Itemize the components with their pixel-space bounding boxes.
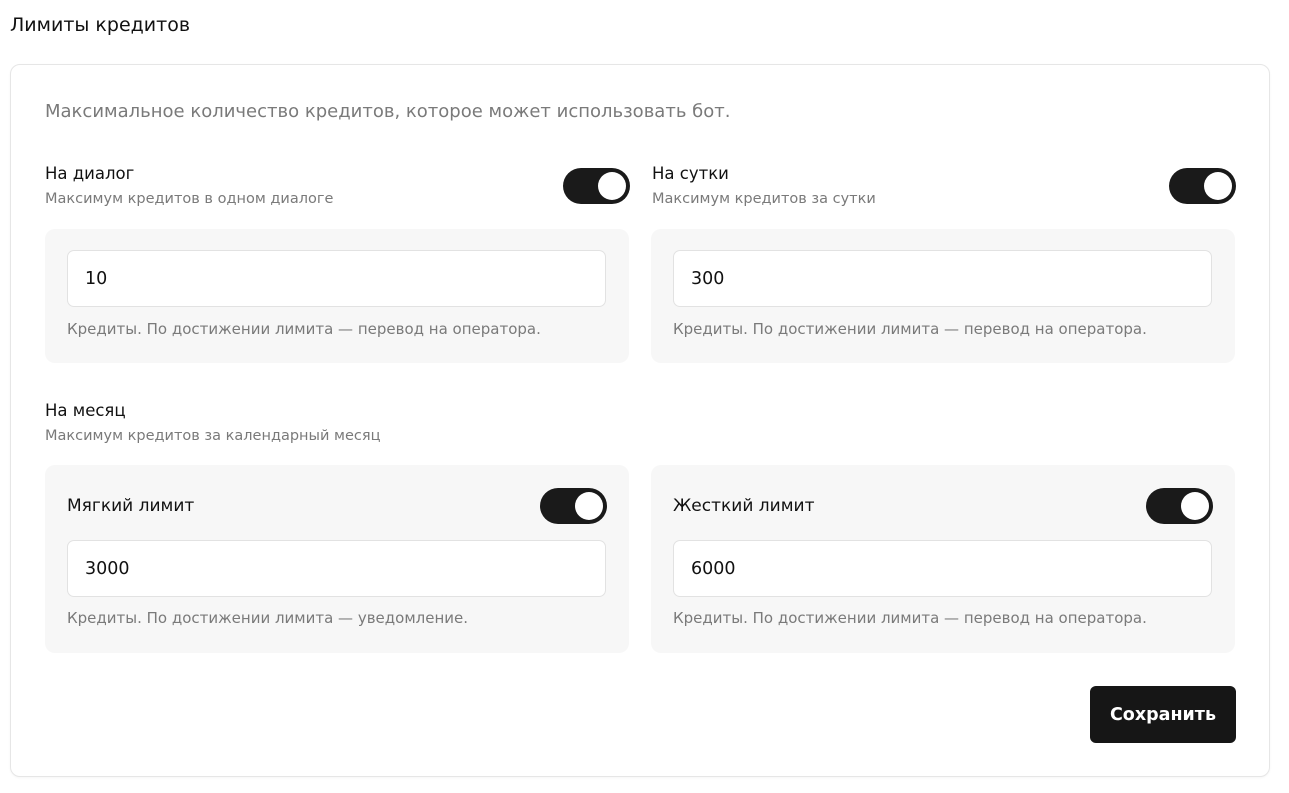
save-button[interactable]: Сохранить bbox=[1090, 686, 1236, 743]
hard-limit-toggle[interactable] bbox=[1146, 488, 1213, 524]
dialog-limit-title: На диалог bbox=[45, 164, 135, 183]
soft-limit-input[interactable] bbox=[67, 540, 606, 597]
limits-card: Максимальное количество кредитов, которо… bbox=[10, 64, 1270, 777]
dialog-limit-hint: Кредиты. По достижении лимита — перевод … bbox=[67, 320, 541, 338]
dialog-limit-subtitle: Максимум кредитов в одном диалоге bbox=[45, 191, 334, 207]
toggle-knob bbox=[598, 172, 626, 200]
soft-limit-toggle[interactable] bbox=[540, 488, 607, 524]
day-limit-panel: Кредиты. По достижении лимита — перевод … bbox=[651, 229, 1235, 363]
hard-limit-label: Жесткий лимит bbox=[673, 496, 815, 516]
card-description: Максимальное количество кредитов, которо… bbox=[45, 101, 731, 122]
month-limit-title: На месяц bbox=[45, 401, 126, 420]
day-limit-toggle[interactable] bbox=[1169, 168, 1236, 204]
day-limit-subtitle: Максимум кредитов за сутки bbox=[652, 191, 876, 207]
soft-limit-panel: Мягкий лимит Кредиты. По достижении лими… bbox=[45, 465, 629, 653]
day-limit-input[interactable] bbox=[673, 250, 1212, 307]
day-limit-hint: Кредиты. По достижении лимита — перевод … bbox=[673, 320, 1147, 338]
hard-limit-hint: Кредиты. По достижении лимита — перевод … bbox=[673, 609, 1147, 627]
soft-limit-label: Мягкий лимит bbox=[67, 496, 195, 516]
day-limit-title: На сутки bbox=[652, 164, 729, 183]
toggle-knob bbox=[1181, 492, 1209, 520]
toggle-knob bbox=[1204, 172, 1232, 200]
soft-limit-hint: Кредиты. По достижении лимита — уведомле… bbox=[67, 609, 469, 627]
dialog-limit-toggle[interactable] bbox=[563, 168, 630, 204]
dialog-limit-panel: Кредиты. По достижении лимита — перевод … bbox=[45, 229, 629, 363]
hard-limit-input[interactable] bbox=[673, 540, 1212, 597]
dialog-limit-input[interactable] bbox=[67, 250, 606, 307]
hard-limit-panel: Жесткий лимит Кредиты. По достижении лим… bbox=[651, 465, 1235, 653]
month-limit-subtitle: Максимум кредитов за календарный месяц bbox=[45, 428, 381, 444]
page-title: Лимиты кредитов bbox=[10, 14, 191, 36]
toggle-knob bbox=[575, 492, 603, 520]
